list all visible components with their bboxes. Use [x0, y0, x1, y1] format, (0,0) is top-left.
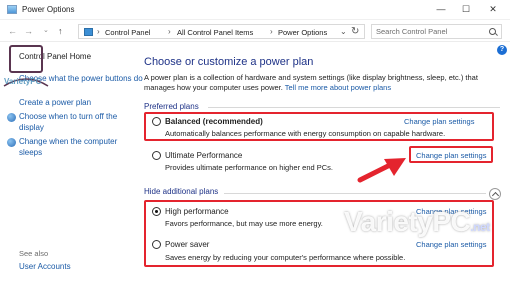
highlight-box-change-link	[409, 146, 493, 163]
tell-me-more-link[interactable]: Tell me more about power plans	[285, 83, 391, 92]
crumb-control-panel[interactable]: Control Panel	[105, 28, 150, 37]
sidebar-item-display-line1[interactable]: Choose when to turn off the	[19, 112, 117, 122]
red-arrow-icon	[357, 158, 406, 183]
page-title: Choose or customize a power plan	[144, 56, 314, 68]
chevron-up-icon[interactable]	[489, 188, 501, 200]
intro-text: A power plan is a collection of hardware…	[144, 73, 500, 93]
display-icon	[7, 113, 16, 122]
refresh-icon[interactable]: ↻	[351, 26, 359, 37]
chevron-right-icon[interactable]: ›	[270, 27, 273, 36]
section-divider	[208, 107, 500, 108]
window-title: Power Options	[22, 5, 75, 14]
see-also-label: See also	[19, 249, 49, 258]
forward-arrow-icon[interactable]: →	[24, 26, 33, 36]
plan-desc-ultimate: Provides ultimate performance on higher …	[165, 163, 334, 172]
ultimate-radio[interactable]	[152, 151, 161, 160]
hide-additional-plans-heading[interactable]: Hide additional plans	[144, 187, 218, 196]
intro-line1: A power plan is a collection of hardware…	[144, 73, 478, 82]
sidebar-item-create-plan[interactable]: Create a power plan	[19, 98, 91, 108]
brand-name: VarietyPC	[344, 206, 471, 237]
chevron-down-icon[interactable]: ⌄	[340, 27, 347, 36]
brand-watermark-text: VarietyPC.net	[344, 206, 490, 238]
watermark-logo: VarietyPC	[3, 45, 49, 87]
maximize-button[interactable]: ☐	[459, 3, 473, 15]
help-icon[interactable]: ?	[497, 45, 507, 55]
search-box[interactable]	[371, 24, 502, 39]
search-input[interactable]	[376, 26, 484, 37]
sidebar-item-sleep-line1[interactable]: Change when the computer	[19, 137, 117, 147]
chevron-right-icon[interactable]: ›	[168, 27, 171, 36]
moon-icon	[7, 138, 16, 147]
chevron-right-icon[interactable]: ›	[97, 27, 100, 36]
minimize-button[interactable]: —	[434, 3, 448, 15]
back-arrow-icon[interactable]: ←	[8, 26, 17, 36]
search-icon[interactable]	[489, 28, 496, 35]
brand-watermark: VarietyPC.net	[344, 206, 502, 250]
plan-name-ultimate[interactable]: Ultimate Performance	[165, 151, 242, 160]
logo-text: VarietyPC	[4, 77, 42, 86]
power-options-icon	[7, 5, 17, 14]
sidebar-item-sleep-line2[interactable]: sleeps	[19, 148, 42, 158]
intro-line2: manages how your computer uses power. Te…	[144, 83, 500, 93]
up-arrow-icon[interactable]: ↑	[58, 26, 63, 36]
section-divider	[224, 193, 486, 194]
sidebar-item-user-accounts[interactable]: User Accounts	[19, 262, 71, 271]
crumb-power-options[interactable]: Power Options	[278, 28, 327, 37]
brand-tld: .net	[470, 220, 490, 234]
highlight-box-balanced	[144, 112, 494, 141]
breadcrumb[interactable]: › Control Panel › All Control Panel Item…	[78, 24, 365, 39]
control-panel-icon	[84, 28, 93, 36]
title-bar: Power Options — ☐ ✕	[0, 0, 510, 20]
close-button[interactable]: ✕	[486, 3, 500, 15]
preferred-plans-heading: Preferred plans	[144, 102, 199, 111]
sidebar-item-display-line2[interactable]: display	[19, 123, 44, 133]
intro-line2-prefix: manages how your computer uses power.	[144, 83, 283, 92]
crumb-all-items[interactable]: All Control Panel Items	[177, 28, 253, 37]
recent-dropdown-icon[interactable]: ⌄	[43, 26, 49, 36]
